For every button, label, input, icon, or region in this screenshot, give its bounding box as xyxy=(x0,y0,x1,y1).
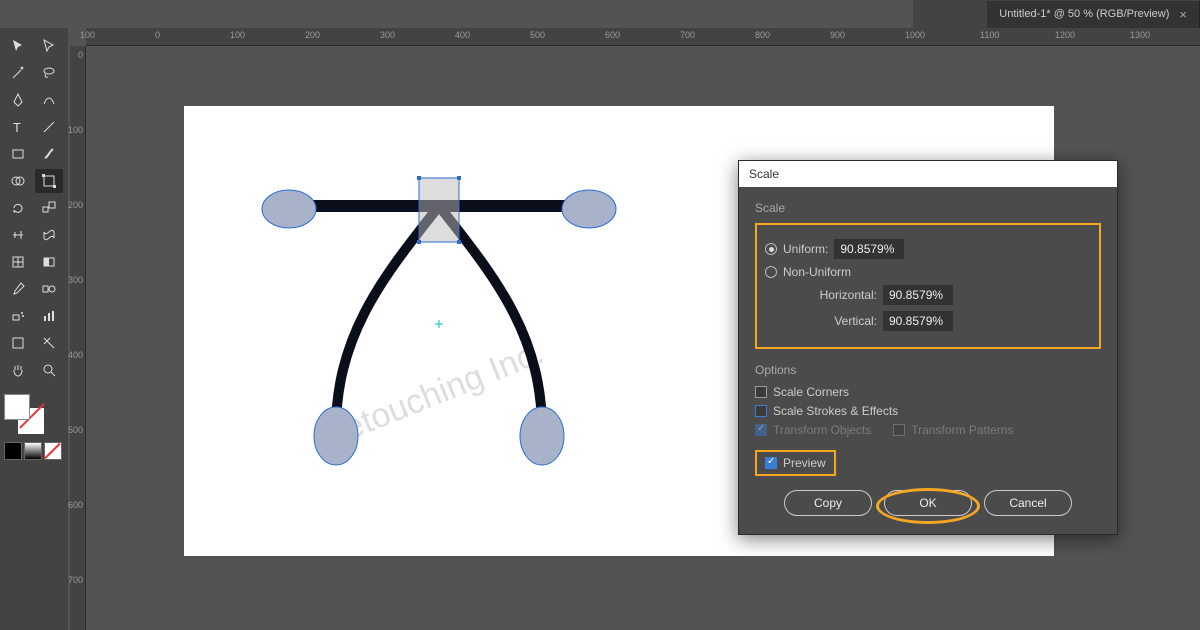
document-tab[interactable]: Untitled-1* @ 50 % (RGB/Preview) × xyxy=(987,1,1200,28)
ok-button[interactable]: OK xyxy=(884,490,972,516)
gradient-tool-icon[interactable] xyxy=(35,250,63,274)
transform-objects-checkbox xyxy=(755,424,767,436)
horizontal-value-field[interactable]: 90.8579% xyxy=(883,285,953,305)
scale-strokes-label: Scale Strokes & Effects xyxy=(773,404,898,418)
vertical-label: Vertical: xyxy=(781,314,877,328)
tab-title: Untitled-1* @ 50 % (RGB/Preview) xyxy=(999,8,1169,20)
tab-bar: Untitled-1* @ 50 % (RGB/Preview) × xyxy=(913,0,1200,28)
scale-strokes-checkbox[interactable] xyxy=(755,405,767,417)
transform-objects-label: Transform Objects xyxy=(773,423,871,437)
lasso-icon[interactable] xyxy=(35,61,63,85)
horizontal-ruler: 1000100200300400500600700800900100011001… xyxy=(86,28,1200,46)
shape-builder-icon[interactable] xyxy=(4,169,32,193)
artboard-tool-icon[interactable] xyxy=(4,331,32,355)
vertical-value-field[interactable]: 90.8579% xyxy=(883,311,953,331)
copy-button[interactable]: Copy xyxy=(784,490,872,516)
eyedropper-tool-icon[interactable] xyxy=(4,277,32,301)
rectangle-tool-icon[interactable] xyxy=(4,142,32,166)
transform-patterns-checkbox xyxy=(893,424,905,436)
scale-highlight-box: Uniform: 90.8579% Non-Uniform Horizontal… xyxy=(755,223,1101,349)
scale-corners-label: Scale Corners xyxy=(773,385,849,399)
uniform-label: Uniform: xyxy=(783,242,828,256)
scale-tool-icon[interactable] xyxy=(35,196,63,220)
slice-tool-icon[interactable] xyxy=(35,331,63,355)
mesh-tool-icon[interactable] xyxy=(4,250,32,274)
transform-patterns-label: Transform Patterns xyxy=(911,423,1013,437)
zoom-tool-icon[interactable] xyxy=(35,358,63,382)
color-swatch-black[interactable] xyxy=(4,442,22,460)
tool-panel: T xyxy=(0,28,68,630)
pen-tool-icon[interactable] xyxy=(4,88,32,112)
free-transform-icon[interactable] xyxy=(35,169,63,193)
preview-highlight-box: Preview xyxy=(755,450,836,476)
brush-tool-icon[interactable] xyxy=(35,142,63,166)
curvature-tool-icon[interactable] xyxy=(35,88,63,112)
magic-wand-icon[interactable] xyxy=(4,61,32,85)
blend-tool-icon[interactable] xyxy=(35,277,63,301)
type-tool-icon[interactable]: T xyxy=(4,115,32,139)
uniform-radio[interactable] xyxy=(765,243,777,255)
symbol-spray-icon[interactable] xyxy=(4,304,32,328)
uniform-value-field[interactable]: 90.8579% xyxy=(834,239,904,259)
svg-text:T: T xyxy=(13,120,21,135)
cancel-button[interactable]: Cancel xyxy=(984,490,1072,516)
scale-dialog: Scale Scale Uniform: 90.8579% Non-Unifor… xyxy=(738,160,1118,535)
hand-tool-icon[interactable] xyxy=(4,358,32,382)
document-stage: Retouching Inc. Scale Scale xyxy=(86,46,1200,630)
warp-tool-icon[interactable] xyxy=(35,223,63,247)
rotate-tool-icon[interactable] xyxy=(4,196,32,220)
gradient-swatch[interactable] xyxy=(24,442,42,460)
selection-tool-icon[interactable] xyxy=(4,34,32,58)
nonuniform-label: Non-Uniform xyxy=(783,265,851,279)
scale-corners-checkbox[interactable] xyxy=(755,386,767,398)
nonuniform-radio[interactable] xyxy=(765,266,777,278)
line-tool-icon[interactable] xyxy=(35,115,63,139)
fill-swatch[interactable] xyxy=(4,394,30,420)
width-tool-icon[interactable] xyxy=(4,223,32,247)
close-icon[interactable]: × xyxy=(1179,7,1187,22)
preview-checkbox[interactable] xyxy=(765,457,777,469)
horizontal-label: Horizontal: xyxy=(781,288,877,302)
preview-label: Preview xyxy=(783,456,826,470)
direct-select-tool-icon[interactable] xyxy=(35,34,63,58)
options-section-label: Options xyxy=(755,363,1101,377)
scale-section-label: Scale xyxy=(755,201,1101,215)
graph-tool-icon[interactable] xyxy=(35,304,63,328)
none-swatch[interactable] xyxy=(44,442,62,460)
vertical-ruler: 0100200300400500600700 xyxy=(70,46,86,630)
dialog-title: Scale xyxy=(739,161,1117,187)
